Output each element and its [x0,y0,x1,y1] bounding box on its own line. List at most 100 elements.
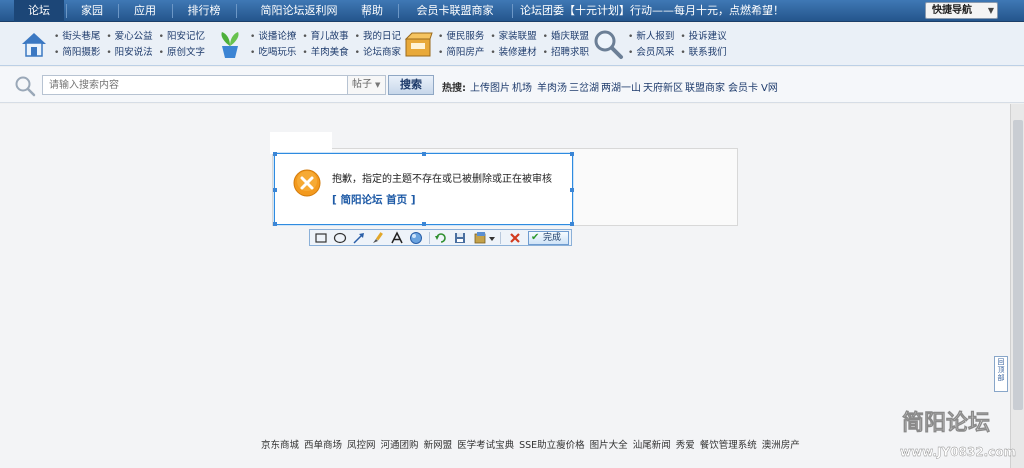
category-link[interactable]: 育儿故事 [302,29,349,45]
footer-link[interactable]: 西单商场 [304,440,342,451]
category-link[interactable]: 原创文字 [159,45,205,61]
search-button[interactable]: 搜索 [388,75,434,95]
category-link[interactable]: 街头巷尾 [54,29,100,45]
nav-item-ranking[interactable]: 排行榜 [178,0,230,22]
hot-search-link[interactable]: 两湖一山 [601,79,641,94]
category-link[interactable]: 招聘求职 [543,45,589,61]
category-link[interactable]: 我的日记 [355,29,401,45]
footer-link[interactable]: 汕尾新闻 [633,440,671,451]
save-tool[interactable] [453,231,467,245]
search-input[interactable] [42,75,348,95]
toolbar-separator [429,232,430,244]
category-link[interactable]: 简阳摄影 [54,45,100,61]
nav-item-apps[interactable]: 应用 [124,0,166,22]
site-watermark: 简阳论坛 www.JY0832.com [900,410,1016,460]
house-icon [22,33,46,57]
quick-nav-button[interactable]: 快捷导航 ▼ [925,2,998,19]
category-group-4: 新人报到投诉建议 会员风采联系我们 [592,25,792,65]
back-to-top-button[interactable]: 回顶部 [994,356,1008,392]
hot-search-link[interactable]: 天府新区 [643,79,683,94]
ellipse-icon [333,232,347,244]
nav-item-ten-yuan-plan[interactable]: 论坛团委【十元计划】行动——每月十元，点燃希望！ [520,0,784,22]
category-group-3: 便民服务家装联盟婚庆联盟 简阳房产装修建材招聘求职 [402,25,602,65]
cancel-tool[interactable] [508,231,522,245]
chevron-down-icon: ▼ [375,81,381,89]
hot-search-link[interactable]: 上传图片 [470,79,510,94]
resize-handle[interactable] [422,152,426,156]
resize-handle[interactable] [570,222,574,226]
footer-link[interactable]: 秀爱 [676,440,695,451]
category-link[interactable]: 羊肉美食 [302,45,349,61]
category-link[interactable]: 简阳房产 [438,45,484,61]
resize-handle[interactable] [273,222,277,226]
category-link[interactable]: 吃喝玩乐 [250,45,296,61]
mosaic-tool[interactable] [409,231,423,245]
top-nav-bar: 论坛 家园 应用 排行榜 简阳论坛返利网 帮助 会员卡联盟商家 论坛团委【十元计… [0,0,1024,22]
footer-link[interactable]: 医学考试宝典 [457,440,514,451]
resize-handle[interactable] [273,152,277,156]
category-link[interactable]: 联系我们 [680,45,727,61]
hot-search-link[interactable]: V网 [761,79,778,94]
scrollbar-thumb[interactable] [1013,120,1023,410]
arrow-tool[interactable] [352,231,366,245]
category-link[interactable]: 新人报到 [628,29,674,45]
cancel-icon [510,233,520,243]
error-message: 抱歉，指定的主题不存在或已被删除或正在被审核 [332,174,552,185]
resize-handle[interactable] [273,188,277,192]
nav-item-forum[interactable]: 论坛 [14,0,64,22]
footer-link[interactable]: SSE助立瘦价格 [519,440,585,451]
footer-link[interactable]: 河通团购 [381,440,419,451]
category-link[interactable]: 论坛商家 [355,45,401,61]
done-button[interactable]: ✔ 完成 [528,231,569,245]
category-link[interactable]: 阳安说法 [106,45,153,61]
hot-search-link[interactable]: 会员卡 [728,79,758,94]
nav-separator [118,4,119,18]
resize-handle[interactable] [422,222,426,226]
category-link[interactable]: 会员风采 [628,45,674,61]
category-links: 谈播论撩育儿故事我的日记 吃喝玩乐羊肉美食论坛商家 [250,29,410,61]
search-type-select[interactable]: 帖子 ▼ [348,75,386,95]
footer-link[interactable]: 京东商城 [261,440,299,451]
category-link[interactable]: 便民服务 [438,29,484,45]
text-tool[interactable] [390,231,404,245]
undo-icon [435,233,446,243]
rectangle-tool[interactable] [314,231,328,245]
save-icon [455,233,465,243]
hot-search-link[interactable]: 联盟商家 [685,79,725,94]
hot-search-label: 热搜: [442,83,466,94]
nav-item-help[interactable]: 帮助 [354,0,390,22]
category-link[interactable]: 婚庆联盟 [543,29,589,45]
done-label: 完成 [543,233,562,243]
rectangle-icon [315,233,327,243]
hot-search-link[interactable]: 三岔湖 [569,79,599,94]
footer-link[interactable]: 新网盟 [424,440,453,451]
search-icon [15,76,36,97]
resize-handle[interactable] [570,152,574,156]
search-bar: 帖子▼ 搜索 热搜: 上传图片 机场 羊肉汤 三岔湖 两湖一山 天府新区 联盟商… [0,67,1024,103]
category-links: 新人报到投诉建议 会员风采联系我们 [628,29,788,61]
search-type-label: 帖子 [352,79,372,90]
forum-home-link[interactable]: [ 简阳论坛 首页 ] [332,192,416,207]
nav-item-rebate[interactable]: 简阳论坛返利网 [244,0,354,22]
nav-item-home[interactable]: 家园 [70,0,114,22]
footer-link[interactable]: 餐饮管理系统 [700,440,757,451]
brush-tool[interactable] [371,231,385,245]
category-link[interactable]: 谈播论撩 [250,29,296,45]
category-link[interactable]: 投诉建议 [680,29,727,45]
ellipse-tool[interactable] [333,231,347,245]
hot-search-link[interactable]: 羊肉汤 [537,79,567,94]
category-links: 街头巷尾爱心公益阳安记忆 简阳摄影阳安说法原创文字 [54,29,214,61]
hot-search-link[interactable]: 机场 [512,79,532,94]
copy-tool[interactable] [474,231,496,245]
footer-link[interactable]: 图片大全 [590,440,628,451]
footer-link[interactable]: 凤控网 [347,440,376,451]
category-link[interactable]: 爱心公益 [106,29,153,45]
category-link[interactable]: 装修建材 [490,45,537,61]
nav-item-member-card[interactable]: 会员卡联盟商家 [406,0,504,22]
category-panel: 街头巷尾爱心公益阳安记忆 简阳摄影阳安说法原创文字 谈播论撩育儿故事我的日记 吃… [0,23,1024,66]
undo-tool[interactable] [434,231,448,245]
footer-link[interactable]: 澳洲房产 [762,440,800,451]
resize-handle[interactable] [570,188,574,192]
category-link[interactable]: 阳安记忆 [159,29,205,45]
category-link[interactable]: 家装联盟 [490,29,537,45]
